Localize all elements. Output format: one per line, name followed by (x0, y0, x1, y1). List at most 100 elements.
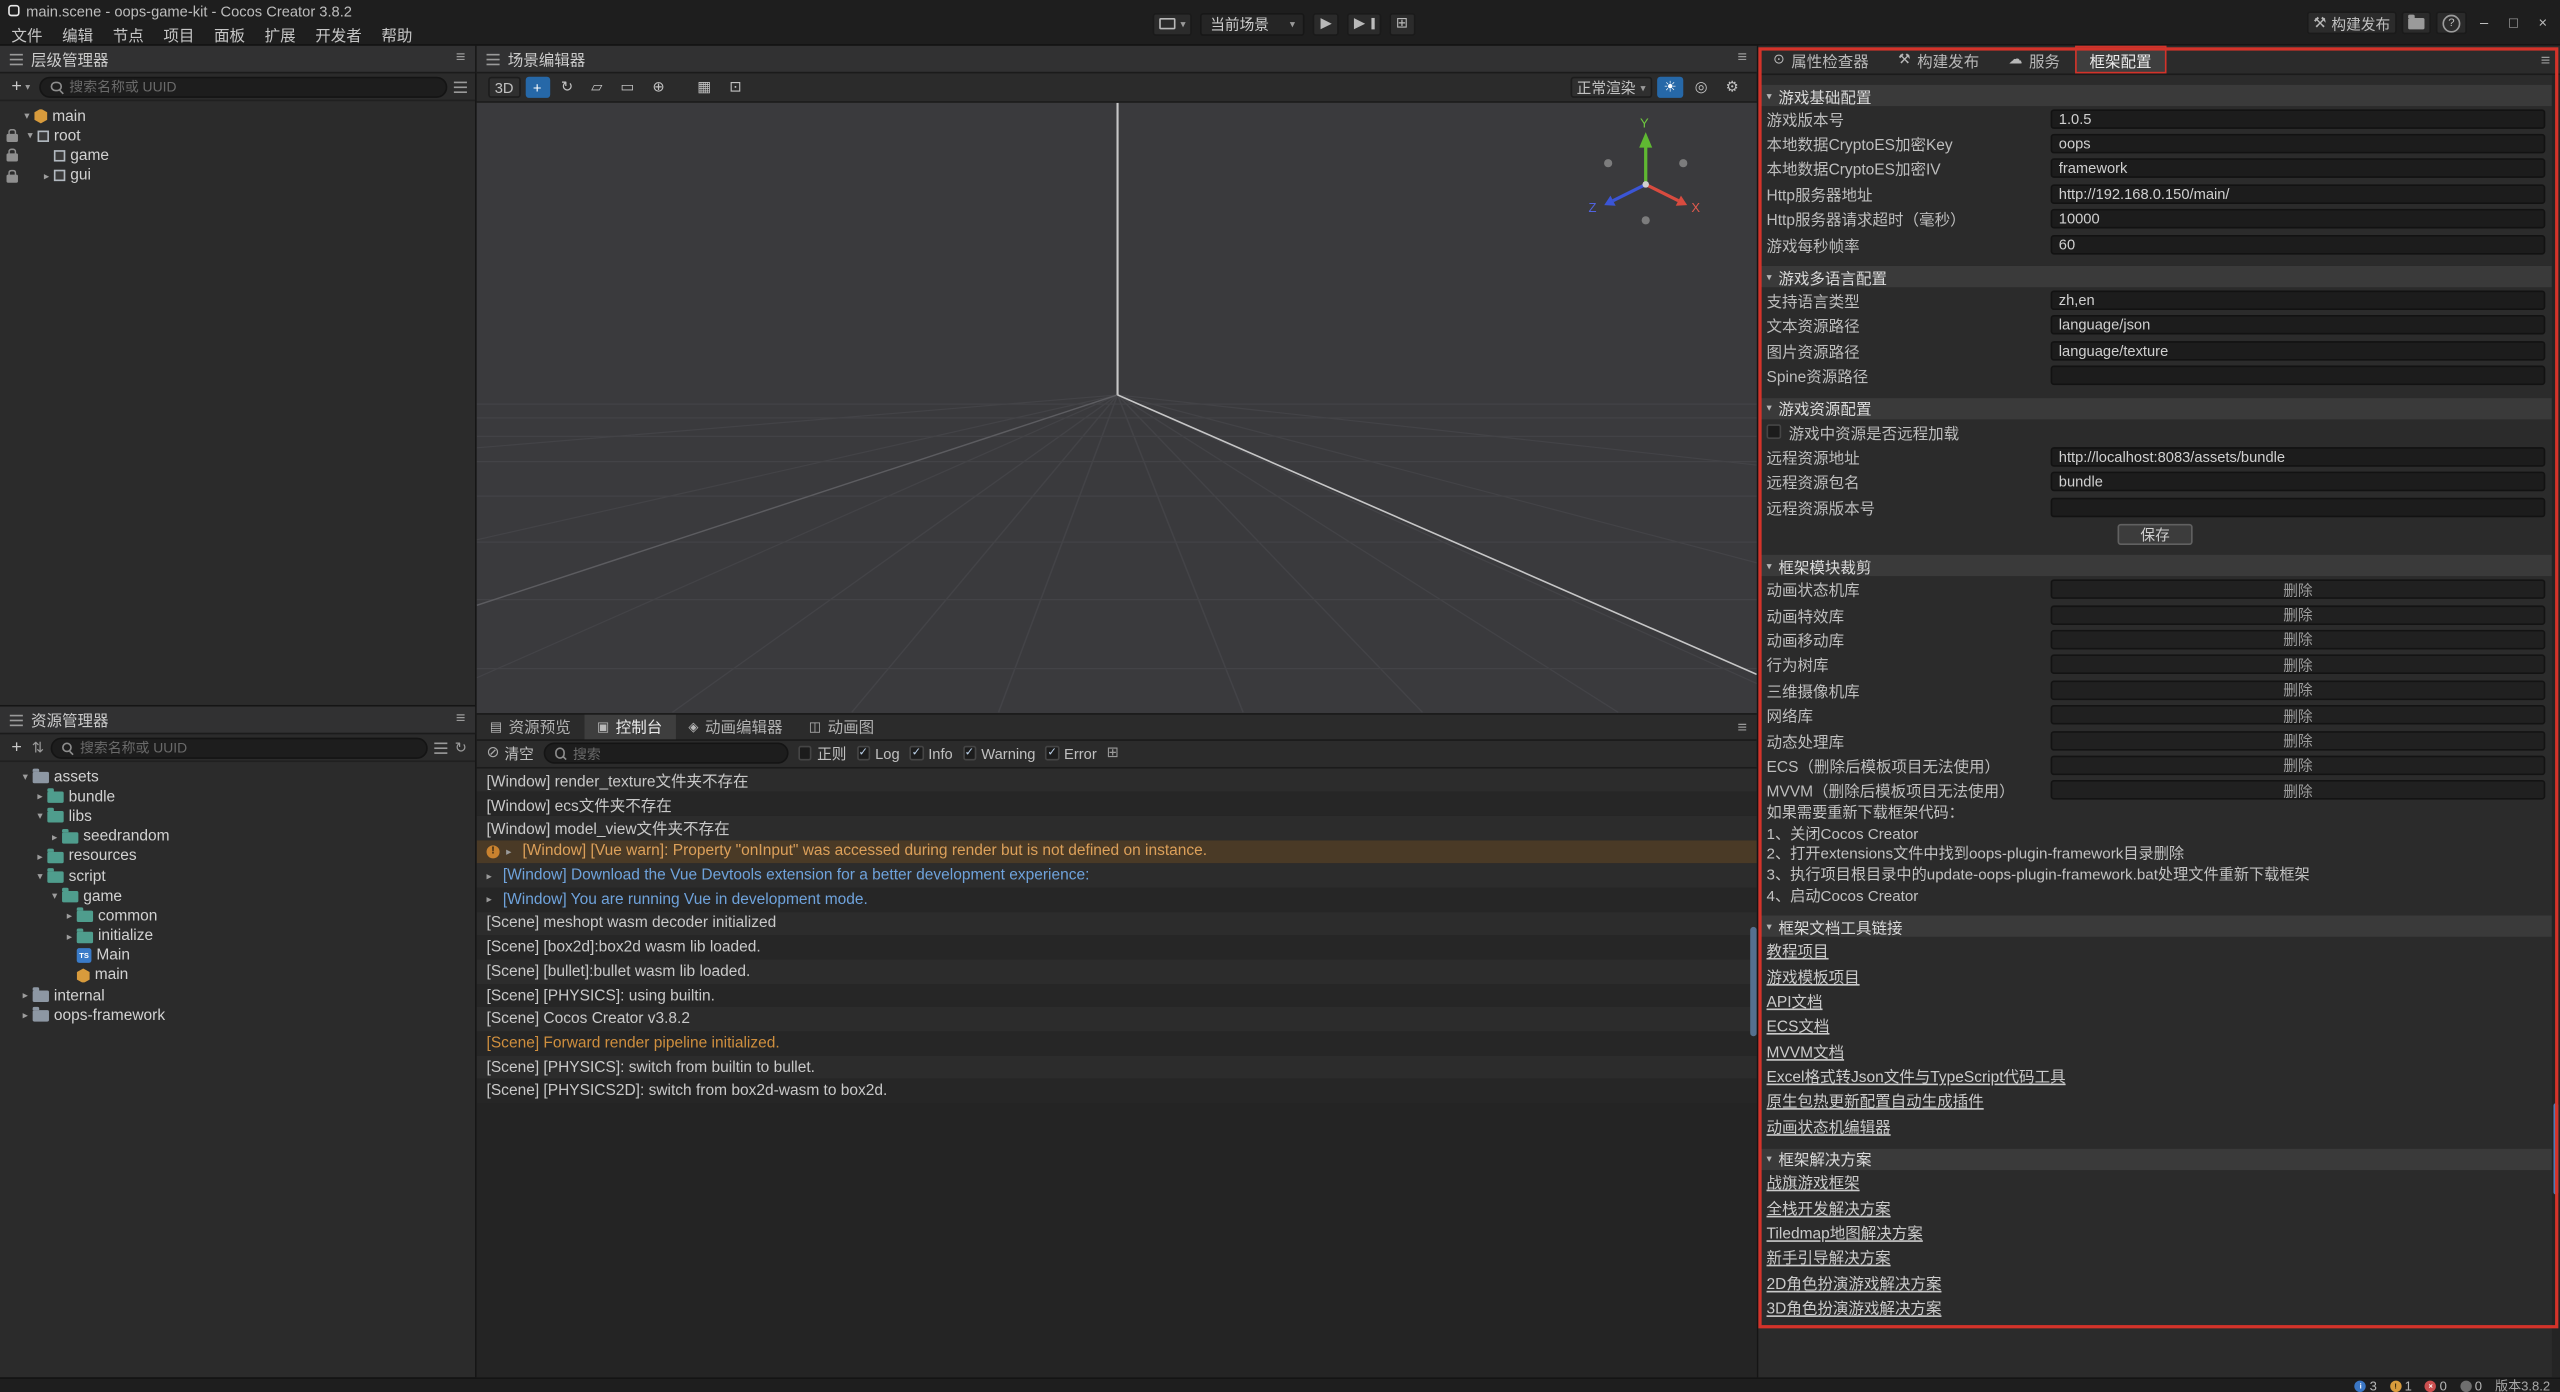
log-row[interactable]: [Window] render_texture文件夹不存在 (477, 768, 1757, 792)
console-scrollbar[interactable] (1750, 768, 1757, 1378)
expand-arrow-icon[interactable]: ▸ (33, 850, 48, 863)
section-header-basic[interactable]: ▾ 游戏基础配置 (1758, 85, 2551, 106)
doc-link[interactable]: API文档 (1767, 989, 1823, 1012)
solution-link[interactable]: 新手引导解决方案 (1767, 1246, 1891, 1269)
panel-menu-icon[interactable]: ≡ (456, 712, 466, 728)
menu-edit[interactable]: 编辑 (52, 22, 103, 45)
doc-link[interactable]: 原生包热更新配置自动生成插件 (1767, 1089, 1984, 1112)
expand-arrow-icon[interactable]: ▾ (23, 129, 38, 142)
field-input[interactable]: language/texture (2051, 341, 2546, 361)
asset-node-oops-framework[interactable]: ▸ oops-framework (0, 1006, 475, 1026)
scene-selector[interactable]: 当前场景 ▾ (1200, 12, 1304, 35)
hierarchy-search-input[interactable] (69, 78, 437, 94)
camera-button[interactable]: ◎ (1688, 77, 1714, 98)
anchor-tool-button[interactable]: ⊕ (646, 77, 671, 98)
tree-node-root[interactable]: ▾ root (0, 126, 475, 146)
log-row[interactable]: [Window] model_view文件夹不存在 (477, 816, 1757, 840)
lock-icon[interactable] (7, 154, 18, 162)
refresh-icon[interactable]: ↻ (455, 738, 467, 756)
tree-node-game[interactable]: game (0, 146, 475, 166)
checkbox-checked-icon[interactable] (856, 746, 870, 760)
render-mode-select[interactable]: 正常渲染 ▾ (1570, 77, 1652, 98)
log-row[interactable]: [Window] ecs文件夹不存在 (477, 792, 1757, 816)
expand-arrow-icon[interactable]: ▸ (33, 790, 48, 803)
asset-node-game[interactable]: ▾ game (0, 886, 475, 906)
preview-platform-button[interactable]: ▾ (1153, 12, 1193, 35)
open-project-folder-button[interactable] (2402, 11, 2431, 34)
panel-menu-icon[interactable]: ≡ (456, 51, 466, 67)
sort-icon[interactable]: ⇅ (32, 738, 44, 756)
log-row[interactable]: [Scene] [bullet]:bullet wasm lib loaded. (477, 960, 1757, 984)
doc-link[interactable]: MVVM文档 (1767, 1039, 1845, 1062)
solution-link[interactable]: 2D角色扮演游戏解决方案 (1767, 1271, 1942, 1294)
coordinate-toggle-button[interactable]: ⊡ (723, 77, 748, 98)
menu-file[interactable]: 文件 (2, 22, 53, 45)
clear-console-button[interactable]: ⊘ 清空 (487, 743, 534, 764)
rotate-tool-button[interactable]: ↻ (554, 77, 579, 98)
delete-button[interactable]: 删除 (2051, 755, 2546, 775)
status-errors[interactable]: × 0 (2425, 1378, 2447, 1392)
asset-node-resources[interactable]: ▸ resources (0, 847, 475, 867)
tab-animation-editor[interactable]: ◈ 动画编辑器 (675, 714, 795, 738)
asset-node-bundle[interactable]: ▸ bundle (0, 787, 475, 807)
solution-link[interactable]: 战旗游戏框架 (1767, 1170, 1860, 1193)
step-button[interactable]: ▶ (1347, 12, 1380, 35)
lock-icon[interactable] (7, 134, 18, 142)
field-input[interactable] (2051, 497, 2546, 517)
tab-console[interactable]: ▣ 控制台 (584, 714, 676, 738)
filter-warning[interactable]: Warning (963, 745, 1036, 761)
help-button[interactable]: ? (2436, 11, 2467, 34)
solution-link[interactable]: 3D角色扮演游戏解决方案 (1767, 1296, 1942, 1319)
rect-tool-button[interactable]: ▭ (614, 77, 641, 98)
checkbox-icon[interactable] (798, 746, 812, 760)
maximize-button[interactable]: □ (2501, 11, 2525, 34)
axis-gizmo[interactable]: Y X Z (1584, 116, 1708, 233)
asset-node-script[interactable]: ▾ script (0, 866, 475, 886)
expand-caret-icon[interactable]: ▸ (487, 893, 503, 906)
menu-developer[interactable]: 开发者 (305, 22, 371, 45)
log-row[interactable]: [Scene] [PHYSICS]: using builtin. (477, 984, 1757, 1008)
delete-button[interactable]: 删除 (2051, 605, 2546, 625)
expand-arrow-icon[interactable]: ▾ (47, 890, 62, 903)
delete-button[interactable]: 删除 (2051, 781, 2546, 801)
build-publish-button[interactable]: ⚒ 构建发布 (2307, 11, 2397, 34)
status-warnings[interactable]: ! 1 (2390, 1378, 2412, 1392)
field-input[interactable]: language/json (2051, 316, 2546, 336)
filter-icon[interactable] (454, 81, 467, 92)
menu-help[interactable]: 帮助 (372, 22, 423, 45)
gear-icon[interactable]: ⚙ (1719, 77, 1745, 98)
hierarchy-search-box[interactable] (40, 76, 447, 97)
doc-link[interactable]: 教程项目 (1767, 939, 1829, 962)
filter-log[interactable]: Log (856, 745, 899, 761)
create-asset-button[interactable]: + (8, 738, 25, 758)
expand-arrow-icon[interactable]: ▸ (62, 930, 77, 943)
save-button[interactable]: 保存 (2118, 525, 2193, 546)
expand-arrow-icon[interactable]: ▸ (62, 910, 77, 923)
tree-node-gui[interactable]: ▸ gui (0, 166, 475, 186)
field-input[interactable]: oops (2051, 134, 2546, 154)
filter-icon[interactable] (435, 742, 448, 753)
checkbox-checked-icon[interactable] (963, 746, 977, 760)
log-row[interactable]: [Scene] Cocos Creator v3.8.2 (477, 1007, 1757, 1031)
log-row-notice[interactable]: [Scene] Forward render pipeline initiali… (477, 1031, 1757, 1055)
section-header-docs[interactable]: ▾ 框架文档工具链接 (1758, 916, 2551, 937)
pivot-toggle-button[interactable]: ▦ (691, 77, 718, 98)
status-info[interactable]: i 3 (2355, 1378, 2377, 1392)
filter-regex[interactable]: 正则 (798, 743, 846, 764)
move-tool-button[interactable]: + (525, 77, 549, 98)
tree-node-main[interactable]: ▾ main (0, 106, 475, 126)
tab-framework-config[interactable]: 框架配置 (2075, 46, 2166, 74)
delete-button[interactable]: 删除 (2051, 630, 2546, 650)
log-row[interactable]: [Scene] meshopt wasm decoder initialized (477, 912, 1757, 936)
field-input[interactable]: http://localhost:8083/assets/bundle (2051, 447, 2546, 467)
log-row-warning[interactable]: ! ▸ [Window] [Vue warn]: Property "onInp… (477, 840, 1757, 864)
tab-service[interactable]: ☁ 服务 (1994, 46, 2075, 74)
asset-node-assets[interactable]: ▾ assets (0, 767, 475, 787)
asset-node-internal[interactable]: ▸ internal (0, 986, 475, 1006)
log-row-info[interactable]: ▸ [Window] Download the Vue Devtools ext… (477, 864, 1757, 888)
filter-error[interactable]: Error (1045, 745, 1096, 761)
panel-menu-icon[interactable]: ≡ (1737, 51, 1747, 67)
expand-caret-icon[interactable]: ▸ (506, 845, 522, 858)
log-row-info[interactable]: ▸ [Window] You are running Vue in develo… (477, 888, 1757, 912)
inspector-scrollbar[interactable] (2552, 75, 2560, 1377)
